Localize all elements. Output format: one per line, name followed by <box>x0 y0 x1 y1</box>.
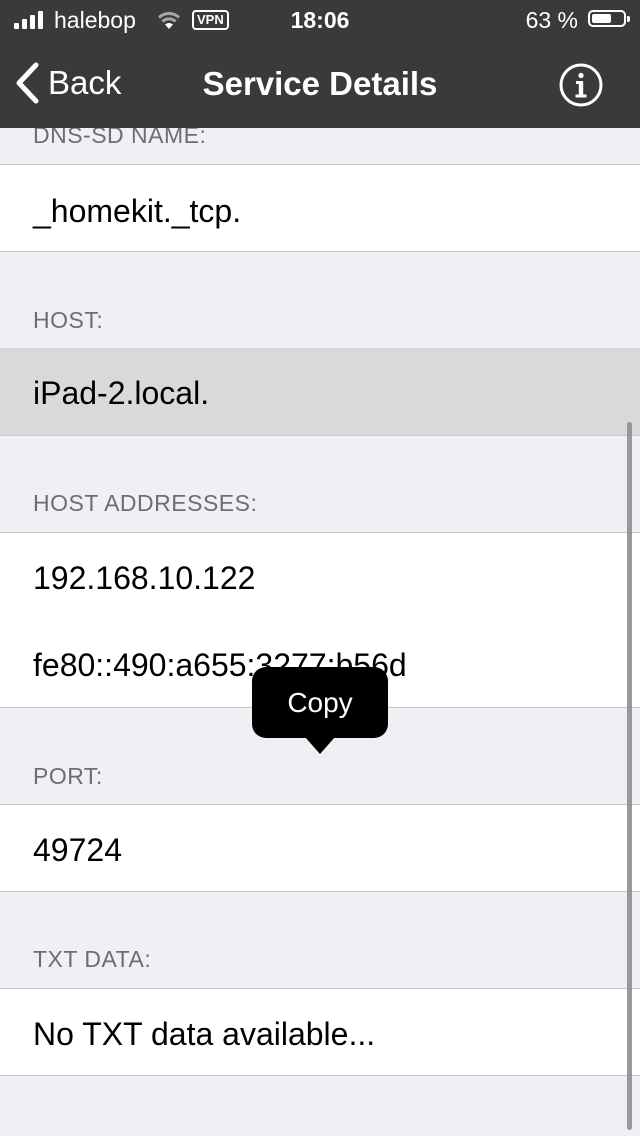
dns-sd-name-cell[interactable]: _homekit._tcp. <box>0 164 640 252</box>
copy-menu-button[interactable]: Copy <box>252 667 388 738</box>
section-header-port: PORT: <box>33 763 103 789</box>
section-header-host: HOST: <box>33 307 104 333</box>
copy-menu-arrow <box>305 737 335 754</box>
top-bar: halebop VPN 18:06 63 % Back Service Deta… <box>0 0 640 128</box>
port-cell[interactable]: 49724 <box>0 804 640 892</box>
info-icon <box>559 63 603 107</box>
txt-data-value: No TXT data available... <box>33 1016 376 1052</box>
battery-icon <box>588 10 630 27</box>
host-address-cell[interactable]: 192.168.10.122 <box>0 532 640 621</box>
port-value: 49724 <box>33 832 122 868</box>
scrollbar[interactable] <box>627 422 632 1130</box>
info-button[interactable] <box>558 62 604 113</box>
navigation-bar: Back Service Details <box>0 40 640 128</box>
host-value: iPad-2.local. <box>33 375 210 411</box>
txt-data-cell[interactable]: No TXT data available... <box>0 988 640 1076</box>
status-bar: halebop VPN 18:06 63 % <box>0 0 640 40</box>
host-cell[interactable]: iPad-2.local. <box>0 348 640 436</box>
dns-sd-name-value: _homekit._tcp. <box>33 193 242 229</box>
battery-percentage: 63 % <box>525 7 578 33</box>
page-title: Service Details <box>202 65 438 102</box>
host-address-value: 192.168.10.122 <box>33 560 256 596</box>
section-header-host-addresses: HOST ADDRESSES: <box>33 490 258 516</box>
section-header-txt-data: TXT DATA: <box>33 946 152 972</box>
